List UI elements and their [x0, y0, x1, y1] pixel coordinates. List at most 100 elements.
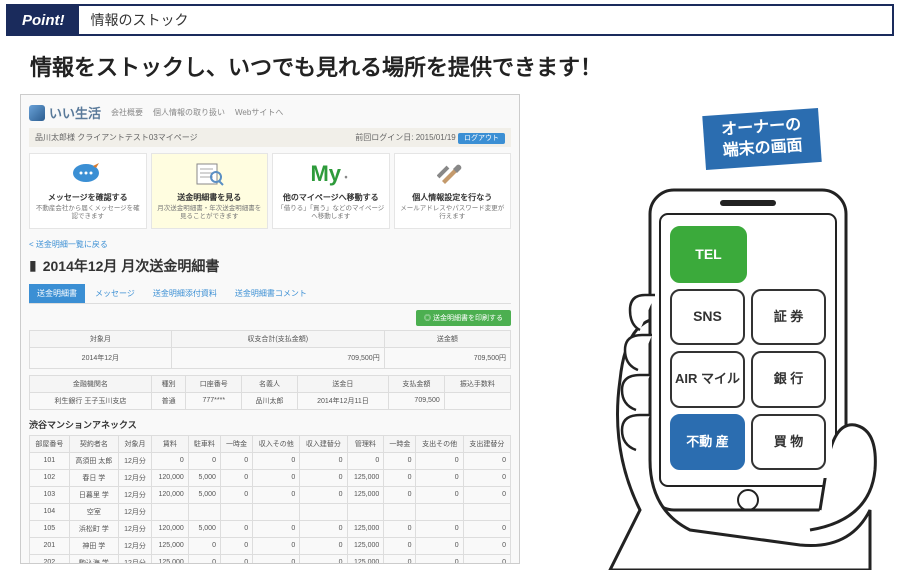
cell: 0: [384, 554, 416, 564]
app-logo-icon: [29, 105, 45, 121]
col-header: 支出その他: [416, 435, 463, 452]
col-header: 駐車料: [188, 435, 220, 452]
cell: [220, 503, 252, 520]
cell: [416, 503, 463, 520]
cell: 0: [220, 537, 252, 554]
cell: 0: [253, 520, 300, 537]
cell: 0: [463, 554, 510, 564]
app-logo[interactable]: いい生活: [29, 103, 101, 122]
phone-app-airmiles[interactable]: AIR マイル: [670, 351, 745, 408]
col-header: 支出建替分: [463, 435, 510, 452]
phone-app-tel[interactable]: TEL: [670, 226, 747, 283]
col-header: 送金額: [384, 330, 510, 347]
cell: [347, 503, 384, 520]
cell: 0: [416, 486, 463, 503]
tab[interactable]: 送金明細書コメント: [227, 284, 315, 303]
cell: 0: [220, 554, 252, 564]
cell: 0: [463, 452, 510, 469]
nav-link[interactable]: Webサイトへ: [235, 107, 283, 118]
cell: [188, 503, 220, 520]
cell: 12月分: [118, 554, 151, 564]
col-header: 支払金額: [389, 375, 445, 392]
cell: 105: [30, 520, 70, 537]
cell: 0: [253, 452, 300, 469]
phone-app-realestate[interactable]: 不動 産: [670, 414, 745, 471]
cell: 0: [416, 469, 463, 486]
tile-desc: メールアドレスやパスワード変更が行えます: [399, 205, 507, 222]
tab[interactable]: 送金明細書: [29, 284, 85, 303]
nav-link[interactable]: 個人情報の取り扱い: [153, 107, 225, 118]
table-row: 102春日 学12月分120,0005,000000125,000000: [30, 469, 511, 486]
cell: 120,000: [152, 486, 189, 503]
cell: 0: [220, 520, 252, 537]
table-row: 105浜松町 学12月分120,0005,000000125,000000: [30, 520, 511, 537]
breadcrumb-back[interactable]: < 送金明細一覧に戻る: [29, 239, 511, 250]
cell: 201: [30, 537, 70, 554]
col-header: 契約者名: [69, 435, 118, 452]
cell: [384, 503, 416, 520]
print-button[interactable]: ◎ 送金明細書を印刷する: [416, 310, 511, 326]
last-login-label: 前回ログイン日:: [355, 133, 413, 142]
cell: 春日 学: [69, 469, 118, 486]
cell: 0: [463, 469, 510, 486]
tab[interactable]: 送金明細添付資料: [145, 284, 225, 303]
col-header: 収入その他: [253, 435, 300, 452]
document-icon: ▮: [29, 257, 37, 274]
phone-app-sns[interactable]: SNS: [670, 289, 745, 346]
feature-tile[interactable]: 送金明細書を見る 月次送金明細書・年次送金明細書を見ることができます: [151, 153, 269, 229]
tools-icon: [399, 160, 507, 188]
cell: 駒込海 学: [69, 554, 118, 564]
cell: 0: [300, 537, 347, 554]
cell: 0: [188, 452, 220, 469]
cell: 0: [384, 520, 416, 537]
phone-app-shopping[interactable]: 買 物: [751, 414, 826, 471]
cell: 0: [300, 452, 347, 469]
logout-button[interactable]: ログアウト: [458, 133, 505, 144]
col-header: 対象月: [118, 435, 151, 452]
tile-desc: 「借りる」「買う」などのマイページへ移動します: [277, 205, 385, 222]
my-icon: My・: [277, 160, 385, 188]
cell: 空室: [69, 503, 118, 520]
cell: 0: [416, 520, 463, 537]
feature-tile[interactable]: My・ 他のマイページへ移動する 「借りる」「買う」などのマイページへ移動します: [272, 153, 390, 229]
col-header: 部屋番号: [30, 435, 70, 452]
col-header: 口座番号: [186, 375, 242, 392]
cell: 125,000: [152, 554, 189, 564]
cell: 12月分: [118, 452, 151, 469]
nav-link[interactable]: 会社概要: [111, 107, 143, 118]
cell: [253, 503, 300, 520]
cell: 0: [220, 486, 252, 503]
summary-table: 対象月収支合計(支払金額)送金額 2014年12月709,500円709,500…: [29, 330, 511, 369]
cell: 0: [152, 452, 189, 469]
col-header: 収入建替分: [300, 435, 347, 452]
col-header: 管理料: [347, 435, 384, 452]
cell: 101: [30, 452, 70, 469]
tile-title: 個人情報設定を行なう: [399, 192, 507, 203]
feature-tile[interactable]: 個人情報設定を行なう メールアドレスやパスワード変更が行えます: [394, 153, 512, 229]
phone-label: オーナーの 端末の画面: [702, 108, 821, 170]
phone-app-securities[interactable]: 証 券: [751, 289, 826, 346]
col-header: 収支合計(支払金額): [171, 330, 384, 347]
cell: 0: [253, 537, 300, 554]
cell: 神田 学: [69, 537, 118, 554]
table-row: 104空室12月分: [30, 503, 511, 520]
cell: 普通: [151, 392, 186, 409]
feature-tile[interactable]: メッセージを確認する 不動産会社から届くメッセージを確認できます: [29, 153, 147, 229]
tab[interactable]: メッセージ: [87, 284, 143, 303]
cell: 202: [30, 554, 70, 564]
cell: 0: [253, 554, 300, 564]
cell: 0: [463, 520, 510, 537]
cell: 0: [300, 554, 347, 564]
cell: 709,500: [389, 392, 445, 409]
cell: [152, 503, 189, 520]
phone-app-bank[interactable]: 銀 行: [751, 351, 826, 408]
cell: 125,000: [152, 537, 189, 554]
app-logo-text: いい生活: [49, 103, 101, 122]
cell: 12月分: [118, 486, 151, 503]
point-title: 情報のストック: [79, 6, 201, 34]
cell: 利生銀行 王子玉川支店: [30, 392, 152, 409]
cell: 12月分: [118, 520, 151, 537]
headline: 情報をストックし、いつでも見れる場所を提供できます！: [30, 50, 870, 82]
cell: 5,000: [188, 486, 220, 503]
last-login-date: 2015/01/19: [416, 133, 456, 142]
